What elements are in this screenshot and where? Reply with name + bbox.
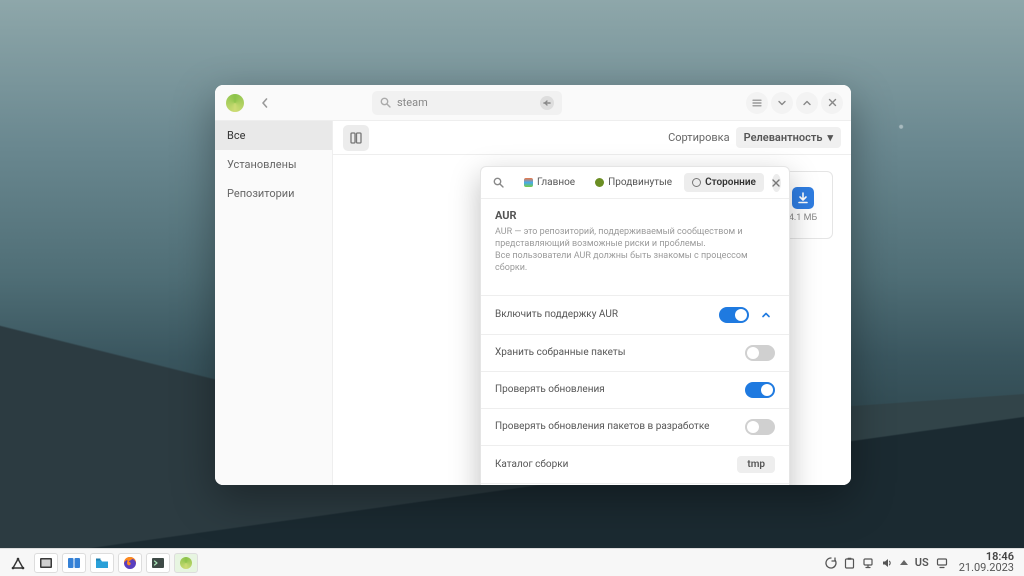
- menu-button[interactable]: [746, 92, 768, 114]
- maximize-button[interactable]: [796, 92, 818, 114]
- sidebar-item-all[interactable]: Все: [215, 121, 332, 150]
- expand-aur-icon[interactable]: [757, 306, 775, 324]
- search-icon: [380, 97, 391, 108]
- sidebar-item-installed[interactable]: Установлены: [215, 150, 332, 179]
- modal-search-icon[interactable]: [489, 177, 508, 188]
- tab-thirdparty-label: Сторонние: [705, 177, 756, 188]
- toggle-check-updates[interactable]: [745, 382, 775, 398]
- row-label: Проверять обновления: [495, 384, 605, 395]
- toggle-check-devel[interactable]: [745, 419, 775, 435]
- close-button[interactable]: [821, 92, 843, 114]
- tab-main[interactable]: Главное: [516, 173, 583, 192]
- row-build-dir: Каталог сборки tmp: [481, 445, 789, 483]
- tray-updates-icon[interactable]: [825, 557, 837, 569]
- search-value: steam: [397, 96, 428, 109]
- minimize-button[interactable]: [771, 92, 793, 114]
- taskbar-app-firefox[interactable]: [118, 553, 142, 573]
- section-desc1: AUR — это репозиторий, поддерживаемый со…: [495, 226, 775, 250]
- tab-advanced[interactable]: Продвинутые: [587, 173, 680, 192]
- row-check-devel: Проверять обновления пакетов в разработк…: [481, 408, 789, 445]
- sidebar-item-repos[interactable]: Репозитории: [215, 179, 332, 208]
- row-label: Включить поддержку AUR: [495, 309, 618, 320]
- start-menu-button[interactable]: [6, 553, 30, 573]
- back-button[interactable]: [253, 91, 277, 115]
- row-label: Каталог сборки: [495, 459, 568, 470]
- section-desc2: Все пользователи AUR должны быть знакомы…: [495, 250, 775, 274]
- taskbar-app-pamac[interactable]: [174, 553, 198, 573]
- sidebar: Все Установлены Репозитории: [215, 121, 333, 485]
- tray-lang[interactable]: US: [915, 556, 929, 569]
- row-keep-built: Хранить собранные пакеты: [481, 334, 789, 371]
- tab-advanced-label: Продвинутые: [608, 177, 672, 188]
- clear-search-icon[interactable]: [540, 96, 554, 110]
- modal-description: AUR AUR — это репозиторий, поддерживаемы…: [481, 199, 789, 287]
- taskbar-app-terminal[interactable]: [146, 553, 170, 573]
- tray-volume-icon[interactable]: [881, 557, 893, 569]
- settings-rows: Включить поддержку AUR Хранить собранные…: [481, 295, 789, 483]
- toggle-keep-built[interactable]: [745, 345, 775, 361]
- taskbar-app-taskview[interactable]: [34, 553, 58, 573]
- row-label: Хранить собранные пакеты: [495, 347, 625, 358]
- preferences-modal: Главное Продвинутые Сторонние AUR AUR — …: [480, 166, 790, 485]
- tray-network-icon[interactable]: [862, 557, 874, 569]
- app-logo: [223, 91, 247, 115]
- modal-footer: К удалению: 0 файлов (0 байт) Очистить: [481, 483, 789, 485]
- tab-thirdparty[interactable]: Сторонние: [684, 173, 764, 192]
- clock-date: 21.09.2023: [959, 562, 1014, 573]
- row-check-updates: Проверять обновления: [481, 371, 789, 408]
- tab-main-label: Главное: [537, 177, 575, 188]
- tray-display-icon[interactable]: [936, 557, 948, 569]
- content-area: Сортировка Релевантность ▾ 4.1 МБ: [333, 121, 851, 485]
- taskbar-app-files[interactable]: [90, 553, 114, 573]
- row-enable-aur: Включить поддержку AUR: [481, 295, 789, 334]
- taskbar: US 18:46 21.09.2023: [0, 548, 1024, 576]
- modal-close-button[interactable]: [772, 174, 781, 192]
- tray-expand-icon[interactable]: [900, 560, 908, 565]
- taskbar-clock[interactable]: 18:46 21.09.2023: [955, 551, 1018, 574]
- pamac-window: steam Все Установлены Репозитории: [215, 85, 851, 485]
- section-title: AUR: [495, 209, 775, 222]
- system-tray: US 18:46 21.09.2023: [825, 551, 1018, 574]
- tray-clipboard-icon[interactable]: [844, 557, 855, 569]
- taskbar-app-workspace[interactable]: [62, 553, 86, 573]
- build-dir-button[interactable]: tmp: [737, 456, 775, 473]
- row-label: Проверять обновления пакетов в разработк…: [495, 421, 709, 432]
- titlebar: steam: [215, 85, 851, 121]
- modal-header: Главное Продвинутые Сторонние: [481, 167, 789, 199]
- search-input[interactable]: steam: [372, 91, 562, 115]
- toggle-enable-aur[interactable]: [719, 307, 749, 323]
